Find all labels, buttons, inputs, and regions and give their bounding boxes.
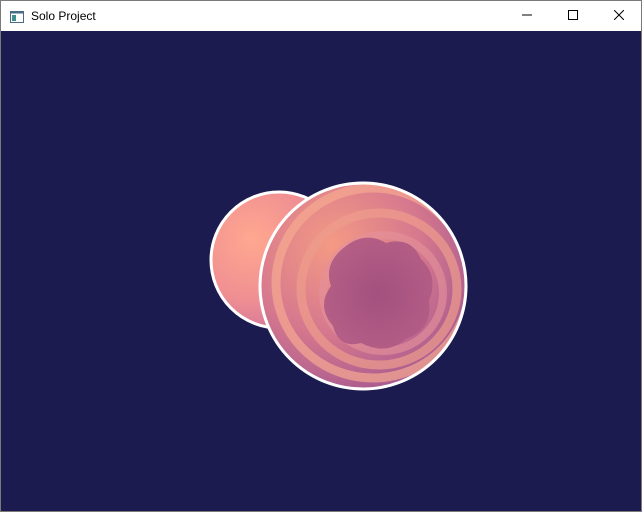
window-app-icon — [10, 10, 24, 23]
minimize-icon — [522, 7, 532, 25]
render-viewport[interactable] — [1, 31, 641, 511]
maximize-button[interactable] — [550, 1, 596, 31]
title-bar[interactable]: Solo Project — [1, 1, 641, 31]
close-button[interactable] — [596, 1, 642, 31]
window-title: Solo Project — [31, 9, 96, 23]
close-icon — [613, 7, 625, 25]
app-window: Solo Project — [0, 0, 642, 512]
maximize-icon — [568, 7, 578, 25]
minimize-button[interactable] — [504, 1, 550, 31]
scene-canvas — [209, 181, 468, 391]
